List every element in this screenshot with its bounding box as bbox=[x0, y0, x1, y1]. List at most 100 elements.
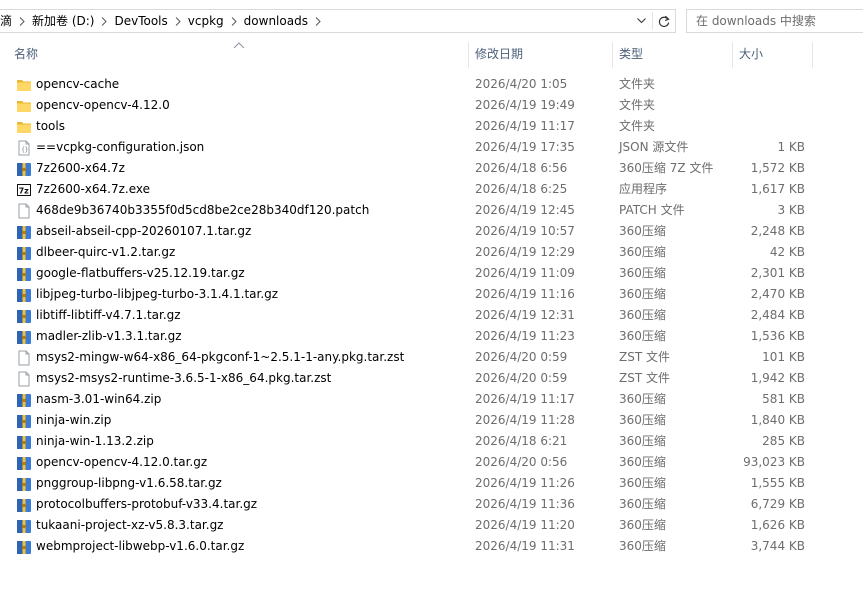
file-row[interactable]: 468de9b36740b3355f0d5cd8be2ce28b340df120… bbox=[0, 200, 863, 221]
file-row[interactable]: dlbeer-quirc-v1.2.tar.gz 2026/4/19 12:29 3… bbox=[0, 242, 863, 263]
chevron-right-icon[interactable] bbox=[228, 10, 240, 32]
file-size: 1,942 KB bbox=[750, 371, 805, 385]
breadcrumb-item-devtools[interactable]: DevTools bbox=[110, 10, 171, 32]
file-date: 2026/4/19 11:28 bbox=[475, 413, 575, 427]
file-size: 2,470 KB bbox=[750, 287, 805, 301]
file-name: abseil-abseil-cpp-20260107.1.tar.gz bbox=[36, 224, 252, 238]
file-row[interactable]: libtiff-libtiff-v4.7.1.tar.gz 2026/4/19 1… bbox=[0, 305, 863, 326]
column-header-size[interactable]: 大小 bbox=[733, 42, 813, 68]
file-row[interactable]: google-flatbuffers-v25.12.19.tar.gz 2026/… bbox=[0, 263, 863, 284]
file-size: 6,729 KB bbox=[750, 497, 805, 511]
file-name: protocolbuffers-protobuf-v33.4.tar.gz bbox=[36, 497, 258, 511]
archive-icon bbox=[16, 476, 32, 492]
file-name: msys2-msys2-runtime-3.6.5-1-x86_64.pkg.t… bbox=[36, 371, 332, 385]
file-size: 1,555 KB bbox=[750, 476, 805, 490]
file-type: ZST 文件 bbox=[619, 371, 670, 385]
file-date: 2026/4/20 0:59 bbox=[475, 371, 568, 385]
file-name: opencv-opencv-4.12.0.tar.gz bbox=[36, 455, 208, 469]
file-size: 2,248 KB bbox=[750, 224, 805, 238]
file-size: 2,301 KB bbox=[750, 266, 805, 280]
file-row[interactable]: abseil-abseil-cpp-20260107.1.tar.gz 2026/… bbox=[0, 221, 863, 242]
column-header-type[interactable]: 类型 bbox=[613, 42, 732, 68]
breadcrumb-item-downloads[interactable]: downloads bbox=[240, 10, 312, 32]
archive-icon bbox=[16, 455, 32, 471]
file-row[interactable]: 7z 7z2600-x64.7z.exe 2026/4/18 6:25 应用程序 1,6… bbox=[0, 179, 863, 200]
file-type: 360压缩 7Z 文件 bbox=[619, 161, 714, 175]
file-date: 2026/4/19 11:23 bbox=[475, 329, 575, 343]
json-file-icon: {} bbox=[16, 140, 32, 156]
file-name: opencv-opencv-4.12.0 bbox=[36, 98, 170, 112]
file-name: libjpeg-turbo-libjpeg-turbo-3.1.4.1.tar.… bbox=[36, 287, 279, 301]
file-name: msys2-mingw-w64-x86_64-pkgconf-1~2.5.1-1… bbox=[36, 350, 405, 364]
column-header-date[interactable]: 修改日期 bbox=[469, 42, 612, 68]
file-date: 2026/4/19 12:45 bbox=[475, 203, 575, 217]
file-date: 2026/4/20 0:56 bbox=[475, 455, 568, 469]
file-name: opencv-cache bbox=[36, 77, 120, 91]
file-name: dlbeer-quirc-v1.2.tar.gz bbox=[36, 245, 176, 259]
archive-icon bbox=[16, 539, 32, 555]
archive-icon bbox=[16, 266, 32, 282]
file-row[interactable]: libjpeg-turbo-libjpeg-turbo-3.1.4.1.tar.… bbox=[0, 284, 863, 305]
file-row[interactable]: tukaani-project-xz-v5.8.3.tar.gz 2026/4/1… bbox=[0, 515, 863, 536]
file-name: google-flatbuffers-v25.12.19.tar.gz bbox=[36, 266, 245, 280]
file-row[interactable]: ninja-win-1.13.2.zip 2026/4/18 6:21 360压缩 2… bbox=[0, 431, 863, 452]
file-row[interactable]: nasm-3.01-win64.zip 2026/4/19 11:17 360压缩 5… bbox=[0, 389, 863, 410]
file-date: 2026/4/19 11:20 bbox=[475, 518, 575, 532]
blank-file-icon bbox=[16, 203, 32, 219]
file-date: 2026/4/18 6:56 bbox=[475, 161, 568, 175]
file-size: 1,617 KB bbox=[750, 182, 805, 196]
file-row[interactable]: opencv-opencv-4.12.0 2026/4/19 19:49 文件夹 bbox=[0, 95, 863, 116]
file-row[interactable]: msys2-mingw-w64-x86_64-pkgconf-1~2.5.1-1… bbox=[0, 347, 863, 368]
folder-icon bbox=[16, 119, 32, 135]
file-row[interactable]: protocolbuffers-protobuf-v33.4.tar.gz 202… bbox=[0, 494, 863, 515]
breadcrumb-item-vcpkg[interactable]: vcpkg bbox=[184, 10, 228, 32]
folder-icon bbox=[16, 98, 32, 114]
file-row[interactable]: webmproject-libwebp-v1.6.0.tar.gz 2026/4/… bbox=[0, 536, 863, 557]
file-size: 1,572 KB bbox=[750, 161, 805, 175]
file-row[interactable]: tools 2026/4/19 11:17 文件夹 bbox=[0, 116, 863, 137]
file-row[interactable]: pnggroup-libpng-v1.6.58.tar.gz 2026/4/19 … bbox=[0, 473, 863, 494]
file-date: 2026/4/19 12:29 bbox=[475, 245, 575, 259]
file-row[interactable]: opencv-opencv-4.12.0.tar.gz 2026/4/20 0:5… bbox=[0, 452, 863, 473]
file-type: 360压缩 bbox=[619, 245, 666, 259]
address-bar[interactable]: 滴 新加卷 (D:) DevTools vcpkg downloads bbox=[0, 9, 676, 33]
file-type: JSON 源文件 bbox=[619, 140, 689, 154]
blank-file-icon bbox=[16, 350, 32, 366]
chevron-right-icon[interactable] bbox=[172, 10, 184, 32]
file-type: 360压缩 bbox=[619, 539, 666, 553]
file-row[interactable]: {} ==vcpkg-configuration.json 2026/4/19 17… bbox=[0, 137, 863, 158]
chevron-down-icon[interactable] bbox=[630, 10, 652, 32]
search-box[interactable] bbox=[686, 9, 863, 33]
svg-text:7z: 7z bbox=[19, 187, 30, 196]
column-header-row: 名称 修改日期 类型 大小 bbox=[0, 42, 863, 68]
breadcrumb-item[interactable]: 滴 bbox=[0, 10, 16, 32]
file-row[interactable]: ninja-win.zip 2026/4/19 11:28 360压缩 1,840 K… bbox=[0, 410, 863, 431]
file-name: libtiff-libtiff-v4.7.1.tar.gz bbox=[36, 308, 181, 322]
file-type: 文件夹 bbox=[619, 98, 656, 112]
file-type: PATCH 文件 bbox=[619, 203, 685, 217]
breadcrumb-item-drive[interactable]: 新加卷 (D:) bbox=[28, 10, 98, 32]
7zip-exe-icon: 7z bbox=[16, 182, 32, 198]
file-row[interactable]: madler-zlib-v1.3.1.tar.gz 2026/4/19 11:23… bbox=[0, 326, 863, 347]
file-name: webmproject-libwebp-v1.6.0.tar.gz bbox=[36, 539, 245, 553]
chevron-right-icon[interactable] bbox=[98, 10, 110, 32]
chevron-right-icon[interactable] bbox=[312, 10, 324, 32]
svg-text:{}: {} bbox=[21, 147, 28, 154]
column-divider[interactable] bbox=[812, 42, 813, 68]
breadcrumb: 滴 新加卷 (D:) DevTools vcpkg downloads bbox=[0, 10, 630, 32]
file-row[interactable]: msys2-msys2-runtime-3.6.5-1-x86_64.pkg.t… bbox=[0, 368, 863, 389]
file-name: ninja-win-1.13.2.zip bbox=[36, 434, 154, 448]
refresh-icon[interactable] bbox=[653, 10, 675, 32]
file-type: ZST 文件 bbox=[619, 350, 670, 364]
file-type: 360压缩 bbox=[619, 497, 666, 511]
archive-icon bbox=[16, 392, 32, 408]
column-header-name[interactable]: 名称 bbox=[8, 42, 468, 68]
file-date: 2026/4/19 11:31 bbox=[475, 539, 575, 553]
search-input[interactable] bbox=[696, 14, 856, 28]
file-row[interactable]: 7z2600-x64.7z 2026/4/18 6:56 360压缩 7Z 文件 1,… bbox=[0, 158, 863, 179]
file-name: ninja-win.zip bbox=[36, 413, 112, 427]
archive-icon bbox=[16, 329, 32, 345]
file-row[interactable]: opencv-cache 2026/4/20 1:05 文件夹 bbox=[0, 74, 863, 95]
chevron-right-icon[interactable] bbox=[16, 10, 28, 32]
file-date: 2026/4/19 11:16 bbox=[475, 287, 575, 301]
